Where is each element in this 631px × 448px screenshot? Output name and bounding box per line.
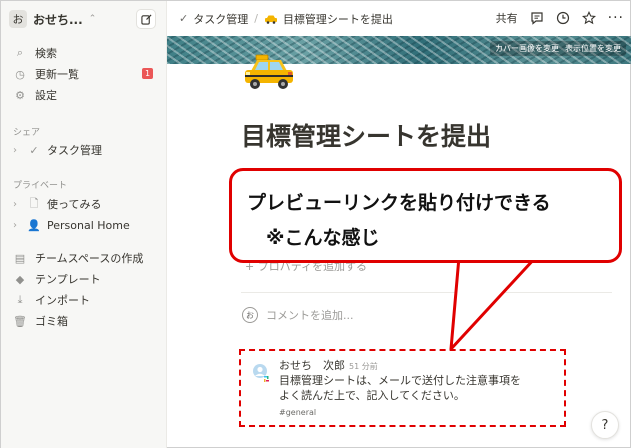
nav-label: チームスペースの作成 bbox=[35, 252, 144, 265]
top-actions: 共有 ··· bbox=[496, 10, 624, 26]
chevron-right-icon[interactable]: › bbox=[13, 199, 23, 210]
check-icon: ✓ bbox=[179, 12, 189, 25]
callout-note: ※こんな感じ bbox=[266, 227, 380, 249]
shared-section-label: シェア bbox=[13, 128, 41, 138]
updates-badge: 1 bbox=[142, 68, 153, 79]
slack-avatar-icon bbox=[253, 364, 269, 382]
reposition-cover-button[interactable]: 表示位置を変更 bbox=[565, 43, 621, 54]
sidebar-item-task-management[interactable]: › ✓ タスク管理 bbox=[13, 140, 163, 160]
trash-icon: 🗑 bbox=[13, 314, 27, 328]
private-section-label: プライベート bbox=[13, 181, 68, 191]
preview-body: 目標管理シートは、メールで送付した注意事項を よく読んだ上で、記入してください。 bbox=[279, 373, 559, 403]
search-icon: ⌕ bbox=[16, 46, 24, 59]
help-button[interactable]: ? bbox=[591, 411, 619, 439]
taxi-icon[interactable] bbox=[239, 51, 299, 91]
document-icon: 🗋 bbox=[29, 196, 39, 210]
sidebar: お おせち... ⌃ ⌕ 検索 ◷ 更新一覧 1 ⚙ 設定 シェア › ✓ タス… bbox=[1, 1, 167, 448]
workspace-avatar: お bbox=[9, 10, 27, 28]
sidebar-item-label: 使ってみる bbox=[47, 198, 102, 211]
nav-updates-label: 更新一覧 bbox=[35, 68, 79, 81]
nav-label: ゴミ箱 bbox=[35, 315, 68, 328]
top-bar: ✓ タスク管理 / 目標管理シートを提出 共有 ··· bbox=[167, 1, 631, 36]
preview-author: おせち 次郎 bbox=[279, 359, 345, 372]
nav-trash[interactable]: 🗑 ゴミ箱 bbox=[13, 311, 163, 331]
chevron-right-icon[interactable]: › bbox=[13, 145, 23, 156]
person-icon: 👤 bbox=[27, 218, 41, 232]
sidebar-item-label: Personal Home bbox=[47, 218, 130, 232]
page-cover: カバー画像を変更 表示位置を変更 bbox=[167, 36, 631, 64]
breadcrumb-separator: / bbox=[254, 12, 258, 25]
workspace-switcher[interactable]: お おせち... ⌃ bbox=[9, 8, 96, 30]
nav-import[interactable]: ⤓ インポート bbox=[13, 290, 163, 310]
preview-channel[interactable]: #general bbox=[279, 408, 316, 417]
link-preview-card[interactable]: おせち 次郎 51 分前 目標管理シートは、メールで送付した注意事項を よく読んだ… bbox=[239, 349, 566, 427]
nav-updates[interactable]: ◷ 更新一覧 1 bbox=[13, 64, 163, 84]
nav-settings[interactable]: ⚙ 設定 bbox=[13, 85, 163, 105]
team-icon: ▤ bbox=[14, 251, 26, 265]
breadcrumb: ✓ タスク管理 / 目標管理シートを提出 bbox=[179, 11, 393, 27]
workspace-name: おせち... bbox=[33, 12, 83, 27]
nav-label: テンプレート bbox=[35, 273, 101, 286]
cover-controls: カバー画像を変更 表示位置を変更 bbox=[490, 41, 626, 56]
sidebar-item-getting-started[interactable]: › 🗋 使ってみる bbox=[13, 194, 163, 214]
callout-text: プレビューリンクを貼り付けできる bbox=[247, 192, 551, 214]
more-options-icon[interactable]: ··· bbox=[608, 10, 624, 26]
add-comment-placeholder: コメントを追加... bbox=[266, 309, 354, 322]
preview-author-line: おせち 次郎 51 分前 bbox=[279, 357, 378, 373]
nav-label: インポート bbox=[35, 294, 90, 307]
chevron-updown-icon: ⌃ bbox=[88, 14, 97, 24]
comment-icon[interactable] bbox=[530, 11, 544, 25]
clock-icon: ◷ bbox=[15, 67, 25, 81]
comment-avatar-icon: お bbox=[242, 307, 258, 323]
gear-icon: ⚙ bbox=[15, 88, 25, 102]
sidebar-item-label: タスク管理 bbox=[47, 144, 102, 157]
nav-templates[interactable]: ◆ テンプレート bbox=[13, 269, 163, 289]
check-icon: ✓ bbox=[29, 143, 39, 157]
new-page-button[interactable] bbox=[136, 9, 156, 29]
preview-body-line: 目標管理シートは、メールで送付した注意事項を bbox=[279, 374, 521, 387]
preview-time: 51 分前 bbox=[349, 362, 378, 371]
add-comment-field[interactable]: お コメントを追加... bbox=[242, 306, 354, 324]
import-icon: ⤓ bbox=[17, 293, 23, 306]
sidebar-item-personal-home[interactable]: › 👤 Personal Home bbox=[13, 215, 163, 235]
compose-icon bbox=[140, 13, 152, 25]
taxi-icon bbox=[264, 15, 277, 24]
history-clock-icon[interactable] bbox=[556, 11, 570, 25]
nav-search-label: 検索 bbox=[35, 47, 57, 60]
star-icon[interactable] bbox=[581, 11, 596, 25]
page-title[interactable]: 目標管理シートを提出 bbox=[241, 117, 491, 153]
change-cover-button[interactable]: カバー画像を変更 bbox=[495, 43, 559, 54]
annotation-callout: プレビューリンクを貼り付けできる ※こんな感じ bbox=[229, 168, 622, 263]
breadcrumb-current-page[interactable]: 目標管理シートを提出 bbox=[283, 11, 393, 27]
nav-search[interactable]: ⌕ 検索 bbox=[13, 43, 163, 63]
chevron-right-icon[interactable]: › bbox=[13, 220, 23, 231]
breadcrumb-task-management[interactable]: タスク管理 bbox=[193, 11, 248, 27]
preview-body-line: よく読んだ上で、記入してください。 bbox=[279, 389, 465, 402]
template-icon: ◆ bbox=[15, 272, 25, 286]
nav-create-teamspace[interactable]: ▤ チームスペースの作成 bbox=[13, 248, 163, 268]
share-button[interactable]: 共有 bbox=[496, 10, 518, 26]
callout-tail bbox=[449, 257, 538, 351]
nav-settings-label: 設定 bbox=[35, 89, 57, 102]
